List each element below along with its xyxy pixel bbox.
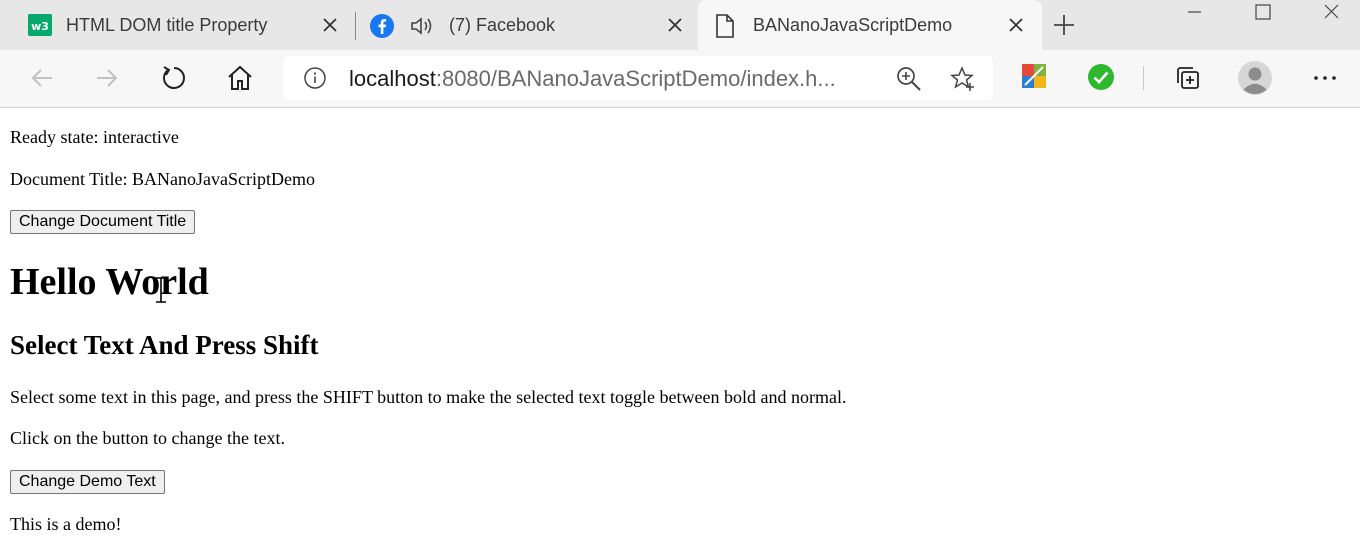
svg-text:w3: w3 — [31, 20, 49, 33]
forward-arrow-icon[interactable] — [92, 63, 122, 93]
tab-facebook[interactable]: (7) Facebook — [357, 0, 697, 50]
url-path: :8080/BANanoJavaScriptDemo/index.h... — [435, 66, 836, 91]
url-host: localhost — [349, 66, 436, 91]
close-icon[interactable] — [1004, 13, 1028, 37]
instructions-text: Select some text in this page, and press… — [10, 387, 847, 407]
more-menu-icon[interactable] — [1310, 63, 1340, 93]
info-icon[interactable] — [303, 66, 327, 94]
facebook-icon — [370, 14, 394, 43]
close-window-icon[interactable] — [1311, 0, 1351, 28]
text-cursor-icon — [154, 277, 168, 303]
url-text[interactable]: localhost:8080/BANanoJavaScriptDemo/inde… — [349, 66, 836, 92]
check-extension-icon[interactable] — [1087, 63, 1117, 93]
extension-icon[interactable] — [1021, 63, 1051, 93]
toolbar-separator — [1143, 66, 1144, 90]
zoom-icon[interactable] — [895, 65, 923, 97]
close-icon[interactable] — [318, 13, 342, 37]
document-icon — [714, 14, 736, 43]
tab-strip: w3 HTML DOM title Property (7) Facebook — [0, 0, 1360, 50]
change-demo-text-button[interactable]: Change Demo Text — [10, 470, 165, 494]
tab-title: (7) Facebook — [449, 15, 556, 35]
new-tab-icon[interactable] — [1050, 11, 1078, 39]
ready-state-text: Ready state: interactive — [10, 127, 179, 147]
tab-bananojavascriptdemo[interactable]: BANanoJavaScriptDemo — [698, 0, 1042, 50]
hello-world-heading: Hello World — [10, 261, 209, 303]
speaker-icon[interactable] — [409, 14, 435, 43]
document-title-text: Document Title: BANanoJavaScriptDemo — [10, 169, 315, 189]
tab-title: BANanoJavaScriptDemo — [753, 15, 953, 35]
home-icon[interactable] — [225, 63, 255, 93]
refresh-icon[interactable] — [159, 63, 189, 93]
tab-separator — [355, 12, 356, 40]
w3schools-icon: w3 — [28, 14, 52, 41]
page-content: Ready state: interactive Document Title:… — [0, 108, 1360, 560]
tab-w3schools[interactable]: w3 HTML DOM title Property — [0, 0, 352, 50]
demo-text: This is a demo! — [10, 514, 122, 534]
favorite-star-icon[interactable] — [949, 65, 977, 97]
tab-title: HTML DOM title Property — [66, 15, 268, 35]
select-text-heading: Select Text And Press Shift — [10, 330, 319, 360]
maximize-icon[interactable] — [1243, 0, 1283, 28]
profile-avatar-icon[interactable] — [1237, 60, 1273, 96]
collections-icon[interactable] — [1173, 63, 1203, 93]
change-document-title-button[interactable]: Change Document Title — [10, 210, 196, 234]
address-bar[interactable]: localhost:8080/BANanoJavaScriptDemo/inde… — [283, 56, 993, 100]
click-hint-text: Click on the button to change the text. — [10, 428, 285, 448]
browser-toolbar: localhost:8080/BANanoJavaScriptDemo/inde… — [0, 50, 1360, 108]
close-icon[interactable] — [663, 13, 687, 37]
minimize-icon[interactable] — [1174, 0, 1214, 28]
back-arrow-icon[interactable] — [27, 63, 57, 93]
